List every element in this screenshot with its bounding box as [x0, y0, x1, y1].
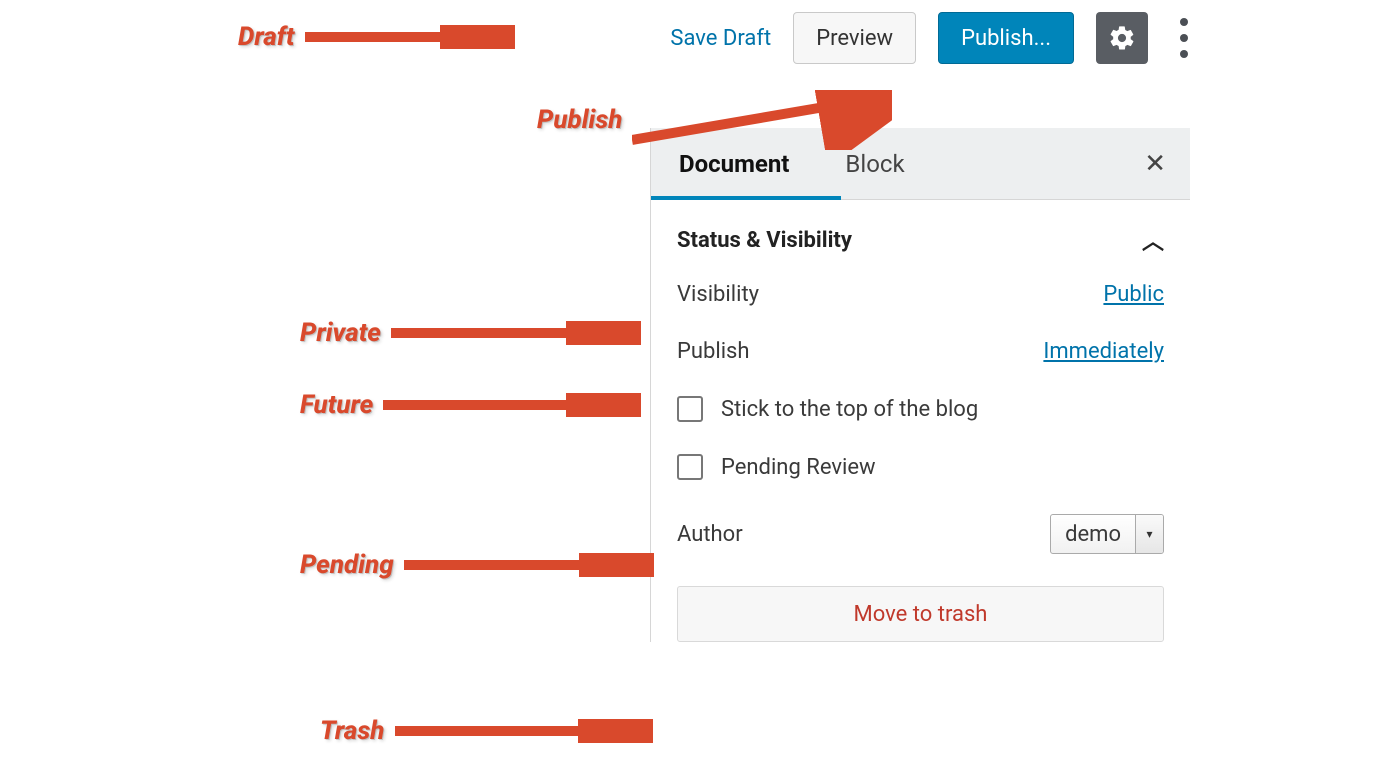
tab-document[interactable]: Document [651, 128, 817, 199]
author-row: Author demo ▾ [651, 496, 1190, 576]
close-sidebar-button[interactable]: ✕ [1120, 149, 1190, 179]
visibility-value[interactable]: Public [1103, 282, 1164, 307]
annotation-label: Publish [537, 105, 622, 135]
publish-value[interactable]: Immediately [1043, 339, 1164, 364]
author-label: Author [677, 522, 743, 547]
stick-row: Stick to the top of the blog [651, 380, 1190, 438]
annotation-private: Private [300, 318, 641, 348]
active-tab-indicator [651, 196, 841, 200]
gear-icon [1108, 24, 1136, 52]
chevron-down-icon: ▾ [1135, 515, 1163, 553]
visibility-row: Visibility Public [651, 266, 1190, 323]
editor-toolbar: Save Draft Preview Publish... [670, 12, 1198, 64]
tab-block[interactable]: Block [817, 128, 932, 199]
pending-label: Pending Review [721, 455, 876, 480]
visibility-label: Visibility [677, 282, 759, 307]
annotation-label: Private [300, 318, 381, 348]
settings-button[interactable] [1096, 12, 1148, 64]
annotation-trash: Trash [320, 716, 653, 746]
move-to-trash-button[interactable]: Move to trash [677, 586, 1164, 642]
dot-icon [1180, 50, 1188, 58]
author-value: demo [1051, 515, 1135, 553]
annotation-label: Trash [320, 716, 385, 746]
publish-label: Publish [677, 339, 750, 364]
pending-row: Pending Review [651, 438, 1190, 496]
save-draft-link[interactable]: Save Draft [670, 26, 771, 51]
annotation-pending: Pending [300, 550, 654, 580]
section-status-visibility[interactable]: Status & Visibility ︿ [651, 200, 1190, 266]
close-icon: ✕ [1144, 149, 1166, 179]
dot-icon [1180, 18, 1188, 26]
sidebar-tabs: Document Block ✕ [651, 128, 1190, 200]
more-options-button[interactable] [1170, 12, 1198, 64]
annotation-future: Future [300, 390, 641, 420]
publish-button[interactable]: Publish... [938, 12, 1074, 64]
section-title: Status & Visibility [677, 228, 852, 253]
arrow-icon [404, 553, 654, 577]
document-sidebar: Document Block ✕ Status & Visibility ︿ V… [650, 128, 1190, 642]
dot-icon [1180, 34, 1188, 42]
annotation-label: Pending [300, 550, 394, 580]
annotation-label: Future [300, 390, 373, 420]
stick-checkbox[interactable] [677, 396, 703, 422]
stick-label: Stick to the top of the blog [721, 397, 978, 422]
chevron-up-icon: ︿ [1142, 224, 1164, 256]
preview-button[interactable]: Preview [793, 12, 916, 64]
arrow-icon [383, 393, 641, 417]
arrow-icon [305, 25, 515, 49]
author-select[interactable]: demo ▾ [1050, 514, 1164, 554]
annotation-label: Draft [238, 22, 295, 52]
annotation-draft: Draft [238, 22, 515, 52]
publish-row: Publish Immediately [651, 323, 1190, 380]
arrow-icon [391, 321, 641, 345]
arrow-icon [395, 719, 653, 743]
pending-checkbox[interactable] [677, 454, 703, 480]
